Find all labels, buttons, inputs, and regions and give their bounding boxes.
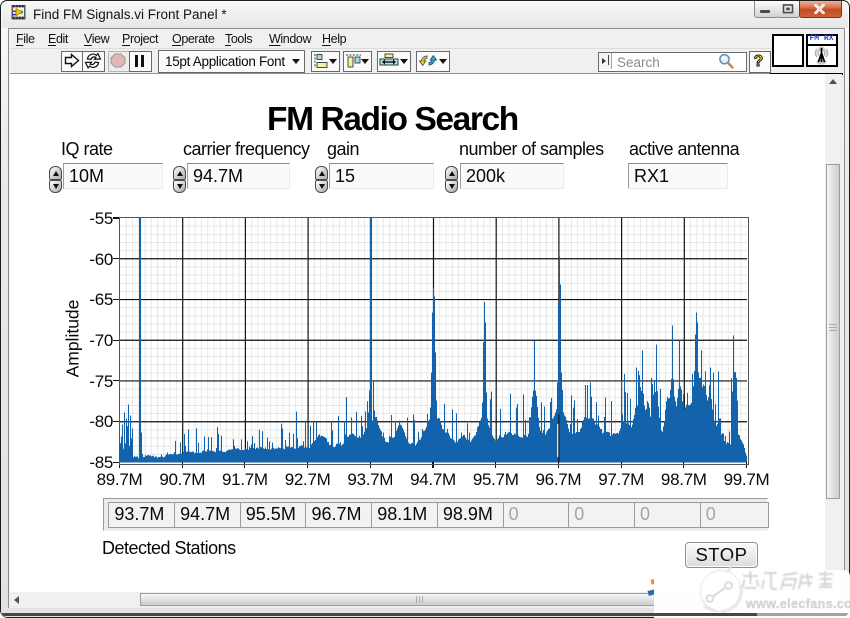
svg-text:www.elecfans.com: www.elecfans.com: [745, 597, 850, 611]
